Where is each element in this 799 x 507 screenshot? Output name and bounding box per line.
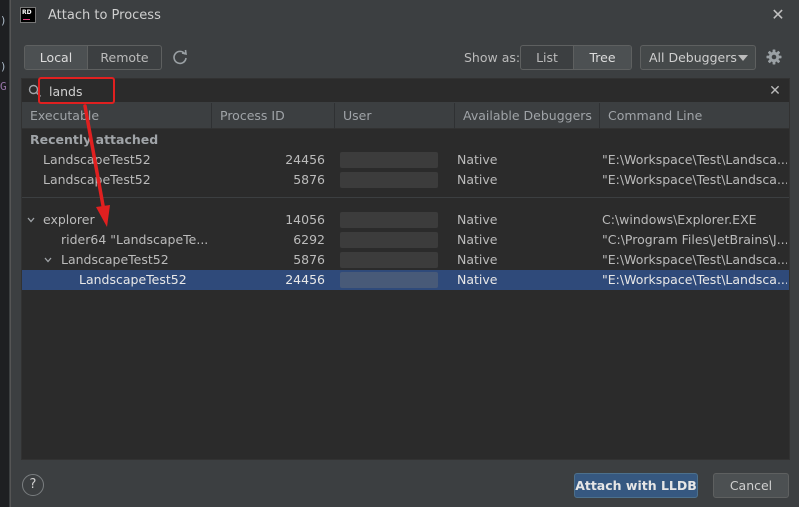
chevron-down-icon[interactable] <box>44 256 52 264</box>
table-row[interactable]: rider64 "LandscapeTe... 6292 Native "C:\… <box>22 230 789 250</box>
pid-cell: 5876 <box>293 252 325 267</box>
executable-cell: LandscapeTest52 <box>43 152 151 167</box>
clear-search-icon[interactable]: ✕ <box>767 81 783 101</box>
debuggers-cell: Native <box>457 152 498 167</box>
chevron-down-icon[interactable] <box>27 216 35 224</box>
process-list-panel: ✕ Executable Process ID User Available D… <box>21 78 790 460</box>
command-line-cell: "E:\Workspace\Test\Landsca... <box>602 152 787 167</box>
column-executable[interactable]: Executable <box>22 103 212 129</box>
table-row-selected[interactable]: LandscapeTest52 24456 Native "E:\Workspa… <box>22 270 789 290</box>
recently-attached-group-label: Recently attached <box>30 132 159 147</box>
redacted-user-cell <box>340 152 438 168</box>
tree-view-tab[interactable]: Tree <box>573 46 631 69</box>
attach-to-process-dialog: RD Attach to Process ✕ Local Remote Show… <box>10 0 799 507</box>
command-line-cell: "C:\Program Files\JetBrains\J... <box>602 232 787 247</box>
editor-glyph: G <box>0 80 7 93</box>
executable-cell: LandscapeTest52 <box>43 172 151 187</box>
command-line-cell: "E:\Workspace\Test\Landsca... <box>602 272 787 287</box>
debuggers-cell: Native <box>457 272 498 287</box>
table-row[interactable]: explorer 14056 Native C:\windows\Explore… <box>22 210 789 230</box>
pid-cell: 24456 <box>285 152 325 167</box>
rider-app-icon: RD <box>20 7 36 23</box>
table-row[interactable]: LandscapeTest52 5876 Native "E:\Workspac… <box>22 170 789 190</box>
command-line-cell: "E:\Workspace\Test\Landsca... <box>602 252 787 267</box>
editor-background-strip: ) ) G <box>0 0 10 507</box>
column-process-id[interactable]: Process ID <box>212 103 335 129</box>
dialog-titlebar: RD Attach to Process ✕ <box>11 0 799 32</box>
debuggers-cell: Native <box>457 172 498 187</box>
debugger-filter-dropdown[interactable]: All Debuggers <box>640 45 756 70</box>
pid-cell: 6292 <box>293 232 325 247</box>
column-user[interactable]: User <box>335 103 455 129</box>
group-separator <box>22 197 789 198</box>
executable-cell: rider64 "LandscapeTe... <box>61 232 209 247</box>
redacted-user-cell <box>340 232 438 248</box>
executable-cell: explorer <box>43 212 95 227</box>
editor-glyph: ) <box>0 14 7 27</box>
search-input[interactable] <box>49 81 749 101</box>
process-table-body: Recently attached LandscapeTest52 24456 … <box>22 130 789 460</box>
redacted-user-cell <box>340 172 438 188</box>
redacted-user-cell <box>340 252 438 268</box>
search-bar: ✕ <box>22 79 789 103</box>
editor-glyph: ) <box>0 60 7 73</box>
executable-cell: LandscapeTest52 <box>79 272 187 287</box>
cancel-button[interactable]: Cancel <box>713 473 789 498</box>
redacted-user-cell <box>340 212 438 228</box>
remote-tab[interactable]: Remote <box>87 46 161 69</box>
executable-cell: LandscapeTest52 <box>61 252 169 267</box>
local-tab[interactable]: Local <box>25 46 87 69</box>
gear-icon[interactable] <box>765 48 783 66</box>
table-row[interactable]: LandscapeTest52 24456 Native "E:\Workspa… <box>22 150 789 170</box>
chevron-down-icon <box>738 55 748 61</box>
debuggers-cell: Native <box>457 252 498 267</box>
refresh-icon[interactable] <box>171 48 189 66</box>
table-header: Executable Process ID User Available Deb… <box>22 103 789 129</box>
column-command-line[interactable]: Command Line <box>600 103 789 129</box>
pid-cell: 14056 <box>285 212 325 227</box>
search-icon <box>28 84 42 98</box>
host-toggle: Local Remote <box>24 45 162 70</box>
attach-with-lldb-button[interactable]: Attach with LLDB <box>574 473 698 498</box>
debuggers-cell: Native <box>457 232 498 247</box>
dialog-title: Attach to Process <box>48 8 161 23</box>
list-view-tab[interactable]: List <box>521 46 573 69</box>
pid-cell: 24456 <box>285 272 325 287</box>
column-available-debuggers[interactable]: Available Debuggers <box>455 103 600 129</box>
command-line-cell: C:\windows\Explorer.EXE <box>602 212 757 227</box>
show-as-label: Show as: <box>464 50 521 65</box>
pid-cell: 5876 <box>293 172 325 187</box>
redacted-user-cell <box>340 272 438 288</box>
help-button[interactable]: ? <box>22 474 44 496</box>
debugger-filter-value: All Debuggers <box>649 50 737 65</box>
table-row[interactable]: LandscapeTest52 5876 Native "E:\Workspac… <box>22 250 789 270</box>
command-line-cell: "E:\Workspace\Test\Landsca... <box>602 172 787 187</box>
close-icon[interactable]: ✕ <box>770 5 786 25</box>
view-toggle: List Tree <box>520 45 632 70</box>
debuggers-cell: Native <box>457 212 498 227</box>
